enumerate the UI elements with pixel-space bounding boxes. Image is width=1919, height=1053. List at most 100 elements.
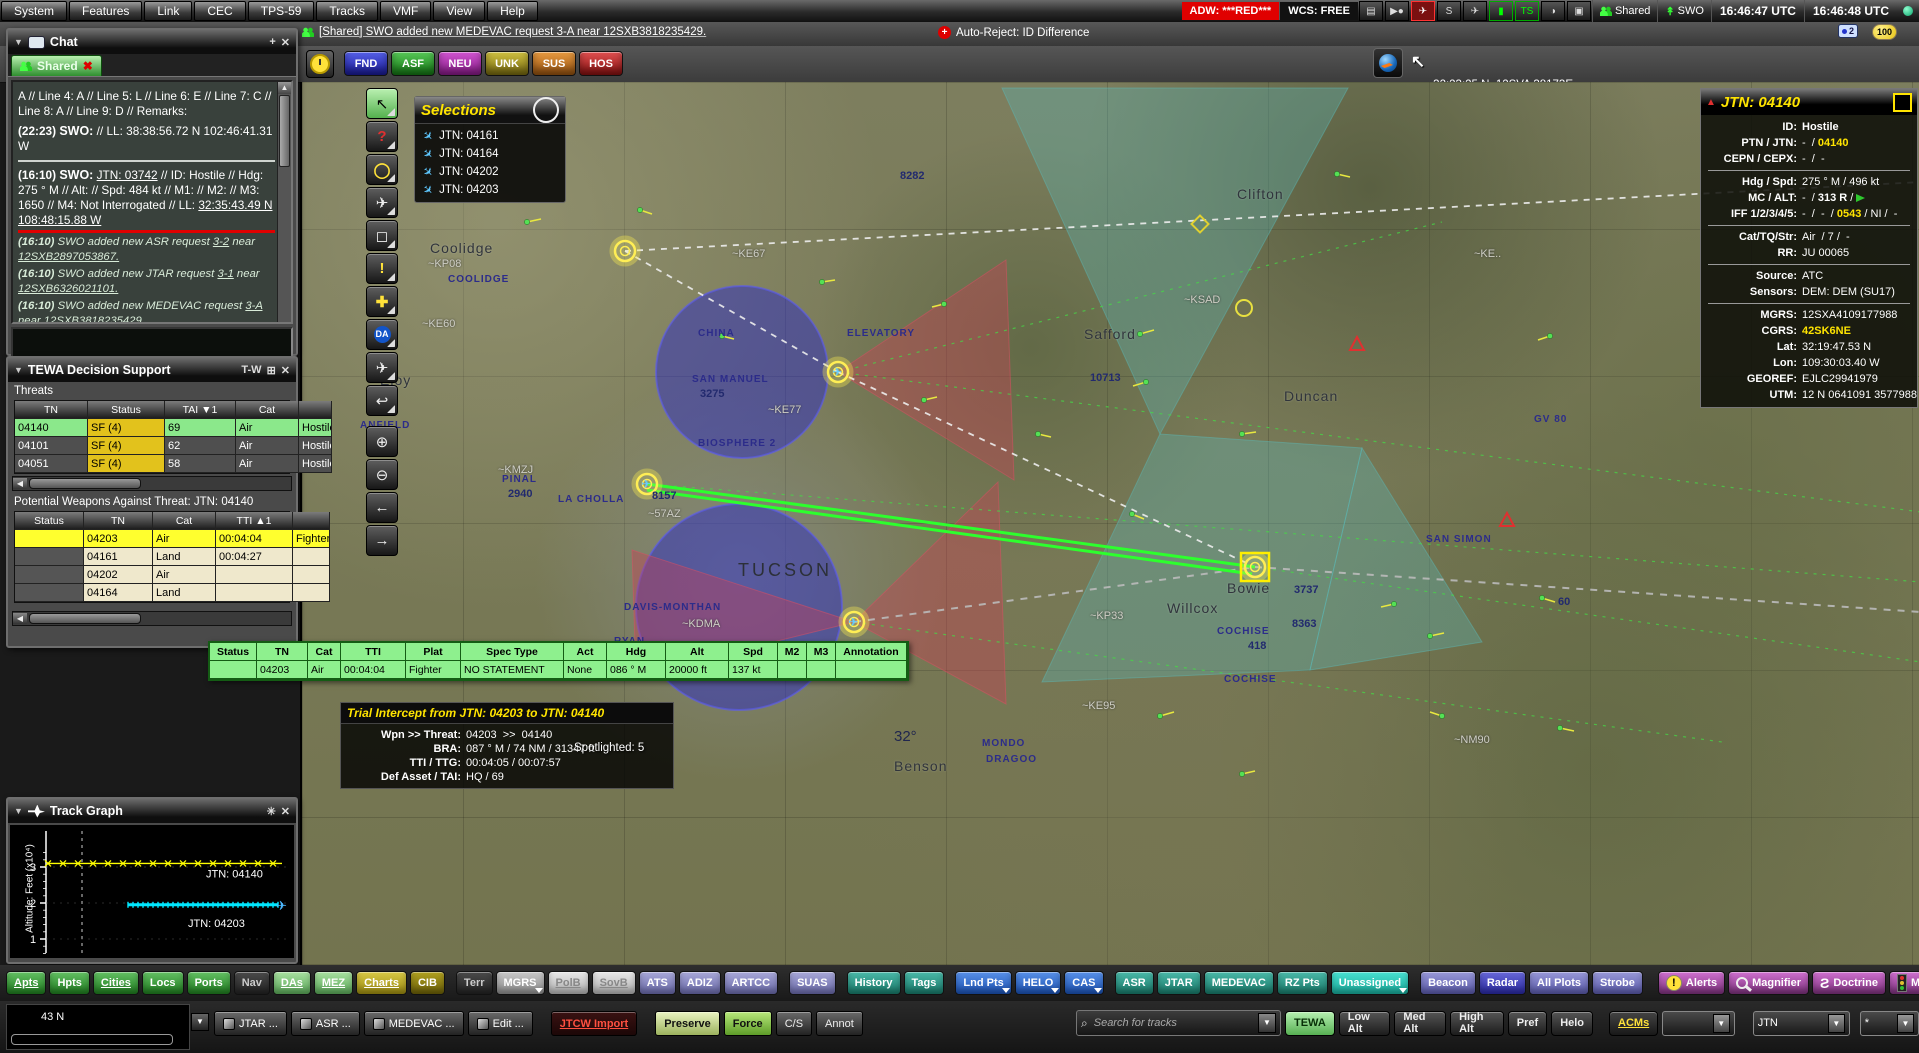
chat-add-button[interactable]: + (269, 36, 275, 48)
column-header-Status[interactable]: Status (15, 512, 84, 530)
weapons-hscrollbar[interactable]: ◀ (12, 611, 292, 626)
readout-dropdown[interactable]: ▼ (191, 1013, 209, 1031)
layer-button-ports[interactable]: Ports (187, 971, 231, 995)
id-button-hos[interactable]: HOS (579, 51, 623, 76)
selections-header[interactable]: Selections (415, 97, 565, 124)
doc-icon[interactable]: ▤ (1359, 1, 1383, 21)
graph-settings-icon[interactable]: ✳ (267, 805, 276, 818)
id-button-sus[interactable]: SUS (532, 51, 576, 76)
graph-close-button[interactable]: ✕ (281, 805, 290, 818)
action-button-asr[interactable]: ASR ... (291, 1011, 360, 1036)
layer-button-unassigned[interactable]: Unassigned (1331, 971, 1409, 995)
layer-button-helo[interactable]: HELO (1015, 971, 1062, 995)
column-header-extra[interactable] (299, 401, 332, 419)
tab-close-icon[interactable]: ✖ (83, 59, 93, 73)
column-header-TN[interactable]: TN (84, 512, 153, 530)
filter-button-tewa[interactable]: TEWA (1285, 1011, 1335, 1036)
layer-button-magnifier[interactable]: Magnifier (1728, 971, 1809, 995)
time-mark-icon[interactable]: ✚ (366, 286, 398, 317)
layer-button-das[interactable]: DAs (273, 971, 311, 995)
layer-button-cities[interactable]: Cities (93, 971, 139, 995)
layer-button-asr[interactable]: ASR (1115, 971, 1154, 995)
shared-session[interactable]: Shared (1592, 0, 1657, 22)
zoom-in-icon[interactable]: ⊕ (366, 426, 398, 457)
menu-tracks[interactable]: Tracks (316, 1, 378, 21)
filter-button-med-alt[interactable]: Med Alt (1394, 1011, 1446, 1036)
scroll-left-icon[interactable]: ◀ (13, 478, 27, 489)
action-button-jtar[interactable]: JTAR ... (214, 1011, 287, 1036)
layer-button-medevac[interactable]: MEDEVAC (1204, 971, 1274, 995)
scroll-left-icon[interactable]: ◀ (13, 613, 27, 624)
layer-button-mgrs[interactable]: MGRS (496, 971, 545, 995)
table-row[interactable]: 04203Air00:04:04Fighter (15, 530, 289, 548)
chat-tab-shared[interactable]: Shared ✖ (11, 55, 102, 76)
table-row[interactable]: 04161Land00:04:27 (15, 548, 289, 566)
jtcw-import-button[interactable]: JTCW Import (551, 1011, 637, 1036)
menu-cec[interactable]: CEC (194, 1, 245, 21)
selection-item[interactable]: ✈JTN: 04202 (415, 163, 565, 181)
moon-icon[interactable]: ◑ (1541, 1, 1565, 21)
chat-message-area[interactable]: A // Line 4: A // Line 5: L // Line 6: E… (11, 80, 293, 324)
chat-close-button[interactable]: ✕ (281, 36, 290, 49)
hook-query-icon[interactable]: ? (366, 121, 398, 152)
layer-button-suas[interactable]: SUAS (789, 971, 836, 995)
chat-icon[interactable]: ▣ (1567, 1, 1591, 21)
layer-button-terr[interactable]: Terr (456, 971, 493, 995)
select-cursor-icon[interactable]: ↖ (366, 88, 398, 119)
range-ring-icon[interactable]: ◯ (366, 154, 398, 185)
layer-button-msct[interactable]: MSCT (1889, 971, 1919, 995)
return-route-icon[interactable]: ↩ (366, 385, 398, 416)
aircraft-icon[interactable]: ✈ (1463, 1, 1487, 21)
layer-button-ats[interactable]: ATS (639, 971, 676, 995)
area-select-icon[interactable]: ◻ (366, 220, 398, 251)
layer-button-charts[interactable]: Charts (356, 971, 407, 995)
collapse-icon[interactable]: ▼ (14, 365, 23, 375)
column-header-Cat[interactable]: Cat (236, 401, 299, 419)
table-row[interactable]: 04101SF (4)62AirHostile (15, 437, 289, 455)
selection-item[interactable]: ✈JTN: 04164 (415, 145, 565, 163)
search-dropdown-icon[interactable]: ▼ (1258, 1013, 1276, 1033)
column-header-Cat[interactable]: Cat (153, 512, 216, 530)
column-header-TAI ▼1[interactable]: TAI ▼1 (165, 401, 236, 419)
threats-hscrollbar[interactable]: ◀ (12, 476, 292, 491)
collapse-arrow-icon[interactable]: ▲ (1706, 97, 1716, 108)
action-button-edit[interactable]: Edit ... (468, 1011, 533, 1036)
aircraft-icon[interactable]: ✈ (366, 352, 398, 383)
track-search-box[interactable]: ⌕ Search for tracks ▼ (1076, 1010, 1281, 1036)
chat-scrollbar[interactable]: ▲ (277, 82, 291, 322)
layer-button-cas[interactable]: CAS (1064, 971, 1103, 995)
readout-scrollbar[interactable] (11, 1034, 173, 1045)
column-header-extra[interactable] (293, 512, 330, 530)
id-button-fnd[interactable]: FND (344, 51, 388, 76)
layer-button-locs[interactable]: Locs (142, 971, 184, 995)
filter-button-pref[interactable]: Pref (1508, 1011, 1547, 1036)
da-icon[interactable]: DA (366, 319, 398, 350)
layer-button-jtar[interactable]: JTAR (1157, 971, 1201, 995)
table-row[interactable]: 04140SF (4)69AirHostile (15, 419, 289, 437)
column-header-TN[interactable]: TN (15, 401, 88, 419)
layer-button-tags[interactable]: Tags (904, 971, 945, 995)
chat-header[interactable]: ▼ Chat + ✕ (8, 30, 296, 54)
zoom-out-icon[interactable]: ⊖ (366, 459, 398, 490)
layer-button-alerts[interactable]: !Alerts (1658, 971, 1725, 995)
tactical-map[interactable]: ✈✈✈ Superior8282CliftonCoolidgeCOOLIDGE~… (300, 82, 1919, 965)
layer-button-hpts[interactable]: Hpts (49, 971, 89, 995)
layer-button-polb[interactable]: PolB (548, 971, 589, 995)
wildcard-dropdown[interactable]: *▼ (1860, 1011, 1919, 1036)
threats-table[interactable]: TNStatusTAI ▼1Cat04140SF (4)69AirHostile… (14, 400, 290, 474)
layer-button-history[interactable]: History (847, 971, 901, 995)
layer-button-adiz[interactable]: ADIZ (679, 971, 721, 995)
filter-button-helo[interactable]: Helo (1551, 1011, 1593, 1036)
filter-button-low-alt[interactable]: Low Alt (1339, 1011, 1391, 1036)
tewa-close-button[interactable]: ✕ (281, 364, 290, 377)
table-row[interactable]: 04202Air (15, 566, 289, 584)
acm-dropdown[interactable]: ▼ (1662, 1011, 1734, 1036)
green-bar-icon[interactable]: ▮ (1489, 1, 1513, 21)
menu-link[interactable]: Link (144, 1, 192, 21)
track-graph-plot[interactable]: Altitude: Feet (x10⁴) 321JTN: 04140✈JTN:… (10, 825, 294, 958)
layer-button-rz-pts[interactable]: RZ Pts (1277, 971, 1328, 995)
table-row[interactable]: 04051SF (4)58AirHostile (15, 455, 289, 473)
scroll-up-icon[interactable]: ▲ (278, 82, 291, 94)
collapse-icon[interactable]: ▼ (14, 806, 23, 816)
menu-view[interactable]: View (433, 1, 485, 21)
